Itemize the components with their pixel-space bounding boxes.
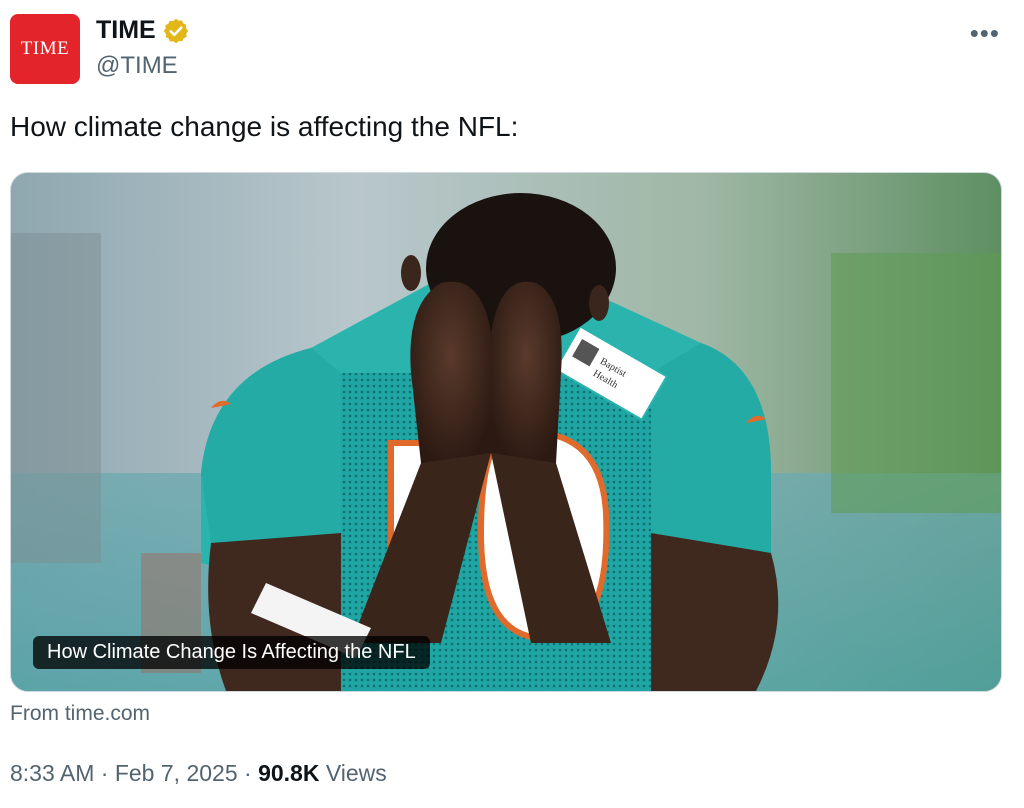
card-photo: Baptist Health [11, 173, 1001, 691]
card-source[interactable]: From time.com [10, 702, 150, 726]
meta-separator: · [100, 760, 109, 786]
tweet-date[interactable]: Feb 7, 2025 [115, 760, 238, 786]
meta-separator: · [244, 760, 252, 786]
avatar-logo-text: TIME [20, 38, 70, 59]
verified-badge-icon [163, 18, 188, 43]
author-handle[interactable]: @TIME [96, 52, 178, 80]
tweet-text: How climate change is affecting the NFL: [10, 111, 519, 142]
views-count: 90.8K [258, 760, 320, 786]
tweet-meta: 8:33 AM · Feb 7, 2025 · 90.8K Views [10, 760, 387, 787]
link-card[interactable]: Baptist Health How Climate Change Is Aff… [10, 172, 1002, 692]
author-name-row: TIME [96, 16, 190, 45]
views-label: Views [325, 760, 387, 786]
display-name[interactable]: TIME [96, 16, 156, 45]
avatar[interactable]: TIME [10, 14, 80, 84]
card-caption: How Climate Change Is Affecting the NFL [33, 636, 430, 669]
tweet-time[interactable]: 8:33 AM [10, 760, 94, 786]
more-options-icon[interactable]: ••• [970, 18, 1000, 49]
